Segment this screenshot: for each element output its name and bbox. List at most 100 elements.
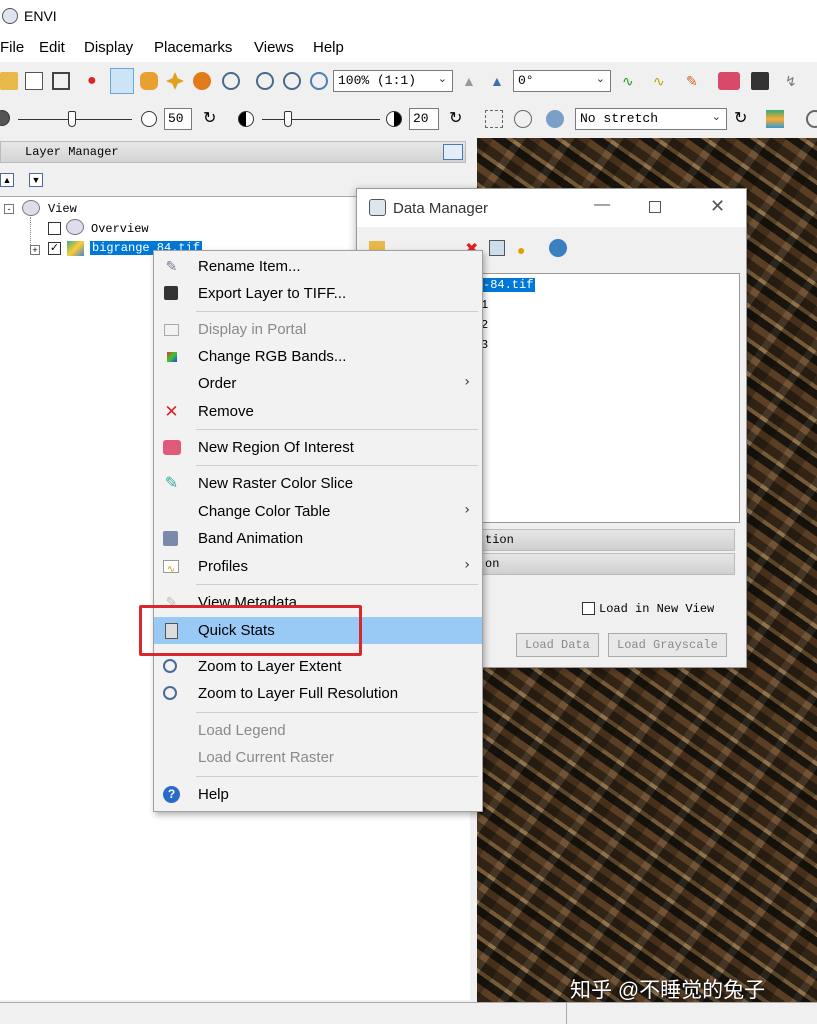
crop-icon[interactable]	[52, 72, 70, 90]
open-folder-icon[interactable]	[0, 72, 18, 90]
clipboard-icon[interactable]	[25, 72, 43, 90]
menu-display[interactable]: Display	[84, 39, 133, 56]
load-new-view-checkbox[interactable]	[582, 602, 595, 615]
spatial-profile-icon[interactable]: ∿	[653, 72, 671, 90]
expand-all-icon[interactable]: ▼	[29, 173, 43, 187]
menu-placemarks[interactable]: Placemarks	[154, 39, 232, 56]
dm-export-icon[interactable]	[489, 240, 505, 256]
vector-icon[interactable]: ↯	[785, 72, 803, 90]
menu-item-zoom-extent[interactable]: Zoom to Layer Extent	[154, 653, 482, 680]
rotation-combo[interactable]: 0° ⌄	[513, 70, 611, 92]
menu-item-display-portal[interactable]: Display in Portal	[154, 316, 482, 343]
transparency-icon[interactable]	[514, 110, 532, 128]
refresh-stretch-icon[interactable]: ↻	[734, 110, 752, 128]
sharpen-icon[interactable]	[485, 110, 503, 128]
menu-item-order[interactable]: Order ›	[154, 370, 482, 397]
menu-item-change-rgb[interactable]: Change RGB Bands...	[154, 343, 482, 370]
rotate-icon[interactable]	[193, 72, 211, 90]
north-up-icon[interactable]: ▲	[462, 72, 480, 90]
contrast-low-icon	[238, 111, 254, 127]
menu-views[interactable]: Views	[254, 39, 294, 56]
menu-file[interactable]: File	[0, 39, 24, 56]
brightness-dark-icon	[0, 110, 10, 126]
tree-collapse-toggle[interactable]: -	[4, 204, 14, 214]
menu-item-new-roi[interactable]: New Region Of Interest	[154, 434, 482, 461]
dock-icon[interactable]	[443, 144, 463, 160]
tree-overview-label[interactable]: Overview	[91, 222, 149, 236]
more-tools-icon[interactable]	[806, 110, 817, 128]
menu-bar: File Edit Display Placemarks Views Help	[0, 34, 817, 62]
menu-item-color-table[interactable]: Change Color Table ›	[154, 498, 482, 525]
dm-pin-icon[interactable]: ●	[517, 242, 525, 258]
zoom-combo[interactable]: 100% (1:1) ⌄	[333, 70, 453, 92]
menu-item-export-tiff[interactable]: Export Layer to TIFF...	[154, 280, 482, 307]
data-manager-title: Data Manager	[393, 200, 489, 217]
reset-brightness-icon[interactable]: ↻	[203, 110, 221, 128]
menu-item-load-legend[interactable]: Load Legend	[154, 717, 482, 744]
pan-hand-icon[interactable]	[140, 72, 158, 90]
menu-help[interactable]: Help	[313, 39, 344, 56]
annotation-icon[interactable]: ✎	[686, 72, 704, 90]
stretch-combo[interactable]: No stretch ⌄	[575, 108, 727, 130]
fly-icon[interactable]	[166, 72, 184, 90]
main-toolbar: ● 100% (1:1) ⌄ ▲ ▲ 0° ⌄ ∿ ∿ ✎ ↯	[0, 62, 817, 100]
layer-manager-title: Layer Manager	[25, 145, 119, 159]
load-grayscale-button[interactable]: Load Grayscale	[608, 633, 727, 657]
brightness-value-field[interactable]: 50	[164, 108, 192, 130]
layer-checkbox[interactable]: ✓	[48, 242, 61, 255]
maximize-button[interactable]	[649, 201, 661, 213]
brightness-slider-thumb[interactable]	[68, 111, 76, 127]
rotate-view-icon[interactable]: ▲	[490, 72, 508, 90]
zoom-in-icon[interactable]	[256, 72, 274, 90]
spectral-profile-icon[interactable]: ∿	[622, 72, 640, 90]
zoom-icon[interactable]	[222, 72, 240, 90]
pin-icon[interactable]: ●	[87, 72, 105, 90]
zoom-fit-icon[interactable]	[310, 72, 328, 90]
menu-item-profiles[interactable]: ∿ Profiles ›	[154, 553, 482, 580]
menu-item-band-animation[interactable]: Band Animation	[154, 525, 482, 552]
roi-icon	[163, 440, 181, 455]
file-item[interactable]: -84.tif	[481, 278, 536, 292]
contrast-value-field[interactable]: 20	[409, 108, 439, 130]
menu-item-color-slice[interactable]: ✎ New Raster Color Slice	[154, 470, 482, 497]
reset-contrast-icon[interactable]: ↻	[449, 110, 467, 128]
submenu-arrow-icon: ›	[464, 374, 470, 390]
contrast-slider-thumb[interactable]	[284, 111, 292, 127]
status-bar	[0, 1002, 817, 1024]
stretch-settings-icon[interactable]	[546, 110, 564, 128]
close-button[interactable]: ✕	[710, 196, 725, 217]
animation-icon	[163, 531, 178, 546]
histogram-icon[interactable]	[766, 110, 784, 128]
menu-item-load-current-raster[interactable]: Load Current Raster	[154, 744, 482, 771]
counter-icon[interactable]	[751, 72, 769, 90]
select-pointer-icon[interactable]	[110, 68, 134, 94]
highlight-annotation-box	[139, 605, 362, 656]
data-manager-file-list[interactable]: -84.tif 1 2 3	[480, 273, 740, 523]
tree-view-label[interactable]: View	[48, 202, 77, 216]
menu-item-zoom-full[interactable]: Zoom to Layer Full Resolution	[154, 680, 482, 707]
file-information-section[interactable]: tion	[480, 529, 735, 551]
menu-edit[interactable]: Edit	[39, 39, 65, 56]
dm-refresh-icon[interactable]	[549, 239, 567, 257]
minimize-button[interactable]: —	[594, 196, 610, 214]
roi-tool-icon[interactable]	[718, 72, 740, 90]
remove-icon: ✕	[164, 402, 179, 421]
tree-expand-toggle[interactable]: +	[30, 245, 40, 255]
submenu-arrow-icon: ›	[464, 557, 470, 573]
menu-separator	[196, 465, 478, 466]
zoom-full-icon	[163, 686, 177, 700]
profile-icon: ∿	[163, 560, 179, 575]
overview-checkbox[interactable]	[48, 222, 61, 235]
band-selection-section[interactable]: on	[480, 553, 735, 575]
collapse-all-icon[interactable]: ▲	[0, 173, 14, 187]
menu-separator	[196, 712, 478, 713]
load-data-button[interactable]: Load Data	[516, 633, 599, 657]
menu-item-remove[interactable]: ✕ Remove	[154, 398, 482, 425]
zoom-out-icon[interactable]	[283, 72, 301, 90]
title-bar: ENVI	[0, 0, 817, 34]
rename-icon: ✎	[165, 258, 178, 274]
overview-icon	[66, 219, 84, 235]
contrast-slider-track[interactable]	[262, 119, 380, 120]
menu-item-rename[interactable]: ✎ Rename Item...	[154, 253, 482, 280]
menu-item-help[interactable]: ? Help	[154, 781, 482, 808]
